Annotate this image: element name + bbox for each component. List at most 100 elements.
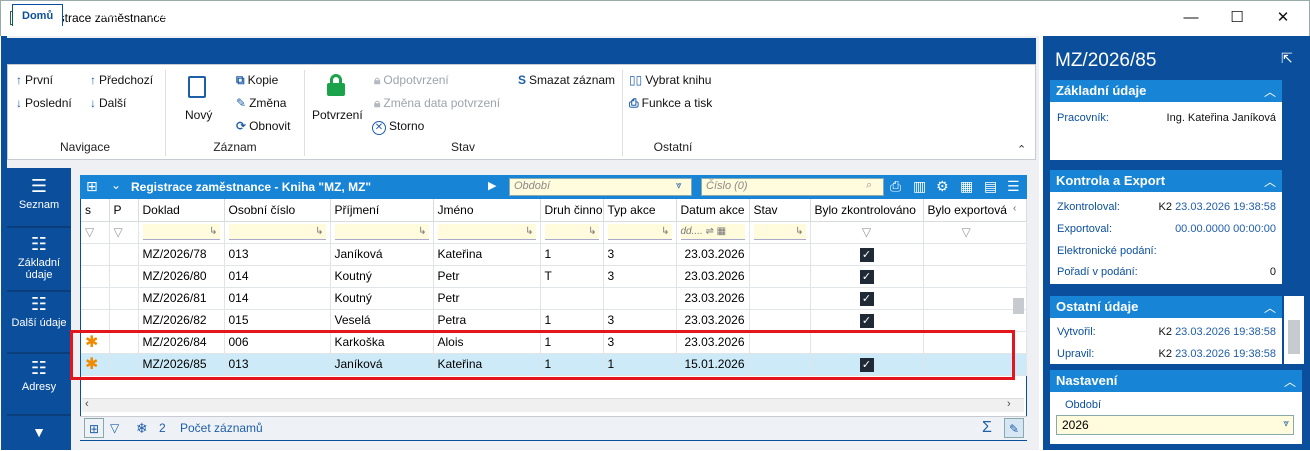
collapse-icon[interactable]: ︿	[1264, 299, 1276, 316]
maximize-button[interactable]: ☐	[1214, 6, 1260, 30]
table-row[interactable]: MZ/2026/78 013 Janíková Kateřina 1 3 23.03.202…	[81, 243, 1027, 266]
filter-cell[interactable]: ↳	[603, 221, 677, 244]
table-cell[interactable]	[540, 287, 604, 310]
table-cell[interactable]: MZ/2026/82	[138, 309, 225, 332]
table-cell[interactable]: Janíková	[330, 243, 434, 266]
filter-cell[interactable]: ↳	[330, 221, 434, 244]
checkbox-checked[interactable]: ✓	[859, 313, 874, 328]
nav-more-down-icon[interactable]: ▼	[7, 425, 71, 439]
play-arrow-icon[interactable]: ▶	[488, 179, 496, 192]
columns-icon[interactable]: ▦	[960, 178, 973, 195]
table-cell[interactable]: Petr	[433, 287, 541, 310]
table-cell[interactable]: ✓	[810, 243, 924, 266]
column-header[interactable]: Bylo exportová	[923, 199, 1027, 222]
table-cell[interactable]: 23.03.2026	[676, 265, 750, 288]
chevron-down-icon[interactable]: ⌄	[111, 178, 121, 192]
table-cell[interactable]: MZ/2026/78	[138, 243, 225, 266]
table-cell[interactable]	[81, 309, 110, 332]
edit-button[interactable]: ✎ Změna	[236, 96, 286, 110]
column-header[interactable]: Jméno	[433, 199, 541, 222]
table-cell[interactable]: 3	[603, 265, 677, 288]
table-cell[interactable]: 3	[603, 243, 677, 266]
column-header[interactable]: s	[81, 199, 110, 222]
table-cell[interactable]	[923, 265, 1027, 288]
column-header[interactable]: Bylo zkontrolováno	[810, 199, 924, 222]
menu-icon[interactable]: ☰	[1007, 178, 1020, 195]
copy-button[interactable]: ⧉ Kopie	[236, 73, 278, 88]
horizontal-scrollbar[interactable]: ‹ ›	[82, 398, 1024, 412]
change-confirm-date-button[interactable]: 🔒︎ Změna data potvrzení	[374, 96, 500, 111]
functions-print-button[interactable]: ⎙ Funkce a tisk	[629, 96, 712, 111]
table-cell[interactable]: 23.03.2026	[676, 309, 750, 332]
filter-cell[interactable]: ▽	[81, 221, 110, 244]
section-nastaveni[interactable]: Nastavení	[1050, 370, 1302, 392]
filter-cell[interactable]: ↳	[749, 221, 811, 244]
filter-input[interactable]: ↳	[544, 224, 599, 240]
table-cell[interactable]: Koutný	[330, 265, 434, 288]
tab-funkce[interactable]: Funkce	[74, 4, 128, 26]
section-zakladni-udaje[interactable]: Základní údaje	[1050, 80, 1282, 102]
search-icon[interactable]: ⌕	[866, 179, 872, 192]
chart-icon[interactable]: ▥	[913, 178, 926, 195]
tab-hromadne-akce[interactable]: Hromadné akce	[142, 4, 238, 26]
filter-input[interactable]: ↳	[753, 224, 806, 240]
filter-cell[interactable]: ▽	[923, 221, 1027, 244]
checkbox-checked[interactable]: ✓	[859, 291, 874, 306]
delete-record-button[interactable]: S Smazat záznam	[518, 73, 615, 87]
book-icon[interactable]: ⊞	[84, 418, 104, 438]
table-cell[interactable]: 013	[224, 243, 331, 266]
filter-icon[interactable]: ▽	[110, 418, 119, 438]
table-cell[interactable]: 014	[224, 287, 331, 310]
dropdown-icon[interactable]: ⩔	[676, 180, 682, 191]
table-cell[interactable]	[749, 243, 811, 266]
tab-system[interactable]: Systém	[250, 4, 305, 26]
period-filter-input[interactable]: Období	[509, 178, 692, 196]
column-header[interactable]: Doklad	[138, 199, 225, 222]
table-row[interactable]: MZ/2026/80 014 Koutný Petr T 3 23.03.2026 ✓	[81, 265, 1027, 288]
checkbox-checked[interactable]: ✓	[859, 269, 874, 284]
unconfirm-button[interactable]: 🔒︎ Odpotvrzení	[374, 73, 449, 88]
cancel-record-button[interactable]: ✕ Storno	[372, 119, 424, 135]
select-book-button[interactable]: ▯▯ Vybrat knihu	[629, 73, 711, 87]
collapse-icon[interactable]: ︿	[1284, 373, 1296, 390]
table-cell[interactable]: MZ/2026/80	[138, 265, 225, 288]
print-icon[interactable]: ⎙	[890, 178, 901, 195]
table-cell[interactable]	[81, 265, 110, 288]
table-cell[interactable]: ✓	[810, 287, 924, 310]
table-cell[interactable]	[923, 287, 1027, 310]
settings-icon[interactable]: ⚙	[936, 178, 949, 195]
right-panel-scroll-thumb[interactable]	[1288, 320, 1300, 354]
filter-cell[interactable]: ↳	[224, 221, 331, 244]
table-cell[interactable]: Veselá	[330, 309, 434, 332]
filter-cell[interactable]: ▽	[810, 221, 924, 244]
filter-cell[interactable]: ↳	[433, 221, 541, 244]
last-button[interactable]: ↓ Poslední	[16, 96, 72, 110]
column-header[interactable]: Příjmení	[330, 199, 434, 222]
table-cell[interactable]: ✓	[810, 265, 924, 288]
table-cell[interactable]	[109, 243, 139, 266]
table-cell[interactable]	[81, 287, 110, 310]
previous-button[interactable]: ↑ Předchozí	[90, 73, 153, 87]
table-cell[interactable]: Petr	[433, 265, 541, 288]
confirm-button[interactable]: Potvrzení	[312, 108, 363, 122]
column-header[interactable]: P	[109, 199, 139, 222]
table-cell[interactable]	[749, 287, 811, 310]
table-cell[interactable]: 015	[224, 309, 331, 332]
column-header[interactable]: Typ akce	[603, 199, 677, 222]
table-cell[interactable]: 1	[540, 243, 604, 266]
nav-item-adresy[interactable]: ☷ Adresy	[7, 359, 71, 393]
obdobi-select[interactable]: 2026 ⩔	[1056, 415, 1294, 435]
snowflake-icon[interactable]: ❄	[136, 418, 148, 438]
section-ostatni-udaje[interactable]: Ostatní údaje	[1050, 296, 1282, 318]
table-cell[interactable]	[109, 265, 139, 288]
vertical-scrollbar-thumb[interactable]	[1013, 298, 1024, 314]
table-cell[interactable]	[923, 243, 1027, 266]
table-cell[interactable]: MZ/2026/81	[138, 287, 225, 310]
table-cell[interactable]: 23.03.2026	[676, 287, 750, 310]
checkbox-checked[interactable]: ✓	[859, 247, 874, 262]
refresh-button[interactable]: ⟳ Obnovit	[236, 119, 290, 133]
close-button[interactable]: ✕	[1260, 6, 1306, 30]
filter-cell[interactable]: dd.... ⇌ ▦	[676, 221, 750, 244]
filter-input[interactable]: ↳	[437, 224, 536, 240]
collapse-icon[interactable]: ︿	[1264, 173, 1276, 190]
